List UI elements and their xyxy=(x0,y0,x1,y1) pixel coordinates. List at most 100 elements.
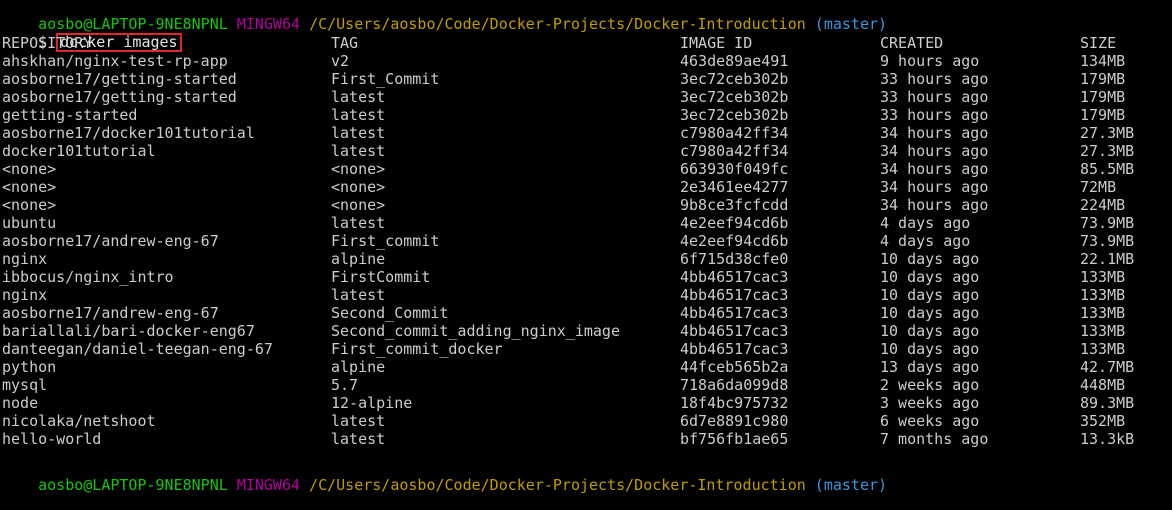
cell-repository: <none> xyxy=(2,178,57,196)
cell-tag: latest xyxy=(331,88,386,106)
cell-created: 34 hours ago xyxy=(880,160,989,178)
cell-created: 4 days ago xyxy=(880,214,971,232)
image-table-body: ahskhan/nginx-test-rp-app v2 463de89ae491 9… xyxy=(2,53,1170,449)
cell-size: 22.1MB xyxy=(1080,250,1135,268)
cell-image-id: 9b8ce3fcfcdd xyxy=(680,196,789,214)
header-created: CREATED xyxy=(880,34,944,52)
cell-image-id: 2e3461ee4277 xyxy=(680,178,789,196)
cell-tag: v2 xyxy=(331,52,350,70)
cell-created: 33 hours ago xyxy=(880,106,989,124)
prompt-branch: (master) xyxy=(814,476,888,494)
cell-image-id: 4bb46517cac3 xyxy=(680,322,789,340)
cell-tag: FirstCommit xyxy=(331,268,431,286)
table-row: danteegan/daniel-teegan-eng-67 First_comm… xyxy=(2,341,1170,359)
cell-size: 179MB xyxy=(1080,88,1126,106)
cell-size: 134MB xyxy=(1080,52,1126,70)
header-repository: REPOSITORY xyxy=(2,34,93,52)
cell-created: 34 hours ago xyxy=(880,196,989,214)
table-row: docker101tutorial latest c7980a42ff34 34 ho… xyxy=(2,143,1170,161)
cell-size: 352MB xyxy=(1080,412,1126,430)
cell-size: 133MB xyxy=(1080,268,1126,286)
cell-tag: <none> xyxy=(331,196,386,214)
cell-image-id: bf756fb1ae65 xyxy=(680,430,789,448)
cell-repository: nginx xyxy=(2,250,48,268)
table-row: <none> <none> 2e3461ee4277 34 hours ago 72MB xyxy=(2,179,1170,197)
cell-tag: latest xyxy=(331,430,386,448)
cell-image-id: 4bb46517cac3 xyxy=(680,268,789,286)
cell-tag: Second_commit_adding_nginx_image xyxy=(331,322,620,340)
cell-image-id: 463de89ae491 xyxy=(680,52,789,70)
table-row: mysql 5.7 718a6da099d8 2 weeks ago 448MB xyxy=(2,377,1170,395)
table-row: node 12-alpine 18f4bc975732 3 weeks ago 89.3… xyxy=(2,395,1170,413)
cell-tag: latest xyxy=(331,214,386,232)
cell-repository: aosborne17/getting-started xyxy=(2,88,237,106)
table-row: aosborne17/andrew-eng-67 Second_Commit 4bb… xyxy=(2,305,1170,323)
cell-repository: node xyxy=(2,394,39,412)
cell-image-id: 3ec72ceb302b xyxy=(680,88,789,106)
cell-image-id: 4e2eef94cd6b xyxy=(680,232,789,250)
cell-size: 179MB xyxy=(1080,106,1126,124)
header-tag: TAG xyxy=(331,34,359,52)
prompt-path: /C/Users/aosbo/Code/Docker-Projects/Dock… xyxy=(309,476,806,494)
cell-repository: bariallali/bari-docker-eng67 xyxy=(2,322,255,340)
cell-created: 33 hours ago xyxy=(880,70,989,88)
cell-size: 133MB xyxy=(1080,286,1126,304)
cell-repository: docker101tutorial xyxy=(2,142,156,160)
cell-repository: getting-started xyxy=(2,106,138,124)
table-row: <none> <none> 663930f049fc 34 hours ago 85.5… xyxy=(2,161,1170,179)
cell-repository: python xyxy=(2,358,57,376)
cell-repository: ubuntu xyxy=(2,214,57,232)
table-row: getting-started latest 3ec72ceb302b 33 hour… xyxy=(2,107,1170,125)
cell-size: 133MB xyxy=(1080,322,1126,340)
table-row: nginx latest 4bb46517cac3 10 days ago 133MB xyxy=(2,287,1170,305)
cell-repository: hello-world xyxy=(2,430,102,448)
table-row: ubuntu latest 4e2eef94cd6b 4 days ago 73.9MB xyxy=(2,215,1170,233)
cell-size: 133MB xyxy=(1080,304,1126,322)
cell-image-id: 3ec72ceb302b xyxy=(680,70,789,88)
table-row: bariallali/bari-docker-eng67 Second_commi… xyxy=(2,323,1170,341)
cell-tag: <none> xyxy=(331,178,386,196)
cell-image-id: 4bb46517cac3 xyxy=(680,304,789,322)
cell-image-id: c7980a42ff34 xyxy=(680,124,789,142)
cell-tag: latest xyxy=(331,286,386,304)
cell-created: 34 hours ago xyxy=(880,142,989,160)
cell-created: 4 days ago xyxy=(880,232,971,250)
command-line: $ docker images xyxy=(2,17,1170,52)
cell-image-id: 6d7e8891c980 xyxy=(680,412,789,430)
prompt-line: aosbo@LAPTOP-9NE8NPNL MINGW64 /C/Users/a… xyxy=(2,0,1170,32)
cell-size: 27.3MB xyxy=(1080,124,1135,142)
cell-created: 34 hours ago xyxy=(880,178,989,196)
cell-repository: aosborne17/andrew-eng-67 xyxy=(2,304,219,322)
table-row: nginx alpine 6f715d38cfe0 10 days ago 22.1MB xyxy=(2,251,1170,269)
cell-tag: latest xyxy=(331,106,386,124)
cell-tag: First_commit xyxy=(331,232,440,250)
cell-tag: alpine xyxy=(331,250,386,268)
cell-image-id: 18f4bc975732 xyxy=(680,394,789,412)
cell-tag: alpine xyxy=(331,358,386,376)
cell-tag: 12-alpine xyxy=(331,394,413,412)
cell-repository: <none> xyxy=(2,160,57,178)
cell-created: 3 weeks ago xyxy=(880,394,980,412)
cell-image-id: 4e2eef94cd6b xyxy=(680,214,789,232)
table-header: REPOSITORY TAG IMAGE ID CREATED SIZE xyxy=(2,35,1170,53)
cell-tag: 5.7 xyxy=(331,376,359,394)
terminal-window[interactable]: aosbo@LAPTOP-9NE8NPNL MINGW64 /C/Users/a… xyxy=(2,0,1170,493)
prompt-line-bottom: aosbo@LAPTOP-9NE8NPNL MINGW64 /C/Users/a… xyxy=(2,461,1170,493)
cell-repository: danteegan/daniel-teegan-eng-67 xyxy=(2,340,273,358)
cell-repository: nginx xyxy=(2,286,48,304)
cell-repository: <none> xyxy=(2,196,57,214)
cell-image-id: 4bb46517cac3 xyxy=(680,286,789,304)
cell-created: 10 days ago xyxy=(880,340,980,358)
cell-image-id: c7980a42ff34 xyxy=(680,142,789,160)
cell-repository: aosborne17/docker101tutorial xyxy=(2,124,255,142)
prompt-user-host: aosbo@LAPTOP-9NE8NPNL xyxy=(38,476,228,494)
cell-image-id: 4bb46517cac3 xyxy=(680,340,789,358)
cell-repository: ahskhan/nginx-test-rp-app xyxy=(2,52,228,70)
cell-created: 2 weeks ago xyxy=(880,376,980,394)
cell-repository: aosborne17/getting-started xyxy=(2,70,237,88)
table-row: aosborne17/getting-started First_Commit 3e… xyxy=(2,71,1170,89)
cell-created: 33 hours ago xyxy=(880,88,989,106)
cell-image-id: 6f715d38cfe0 xyxy=(680,250,789,268)
cell-repository: ibbocus/nginx_intro xyxy=(2,268,174,286)
cell-size: 73.9MB xyxy=(1080,232,1135,250)
